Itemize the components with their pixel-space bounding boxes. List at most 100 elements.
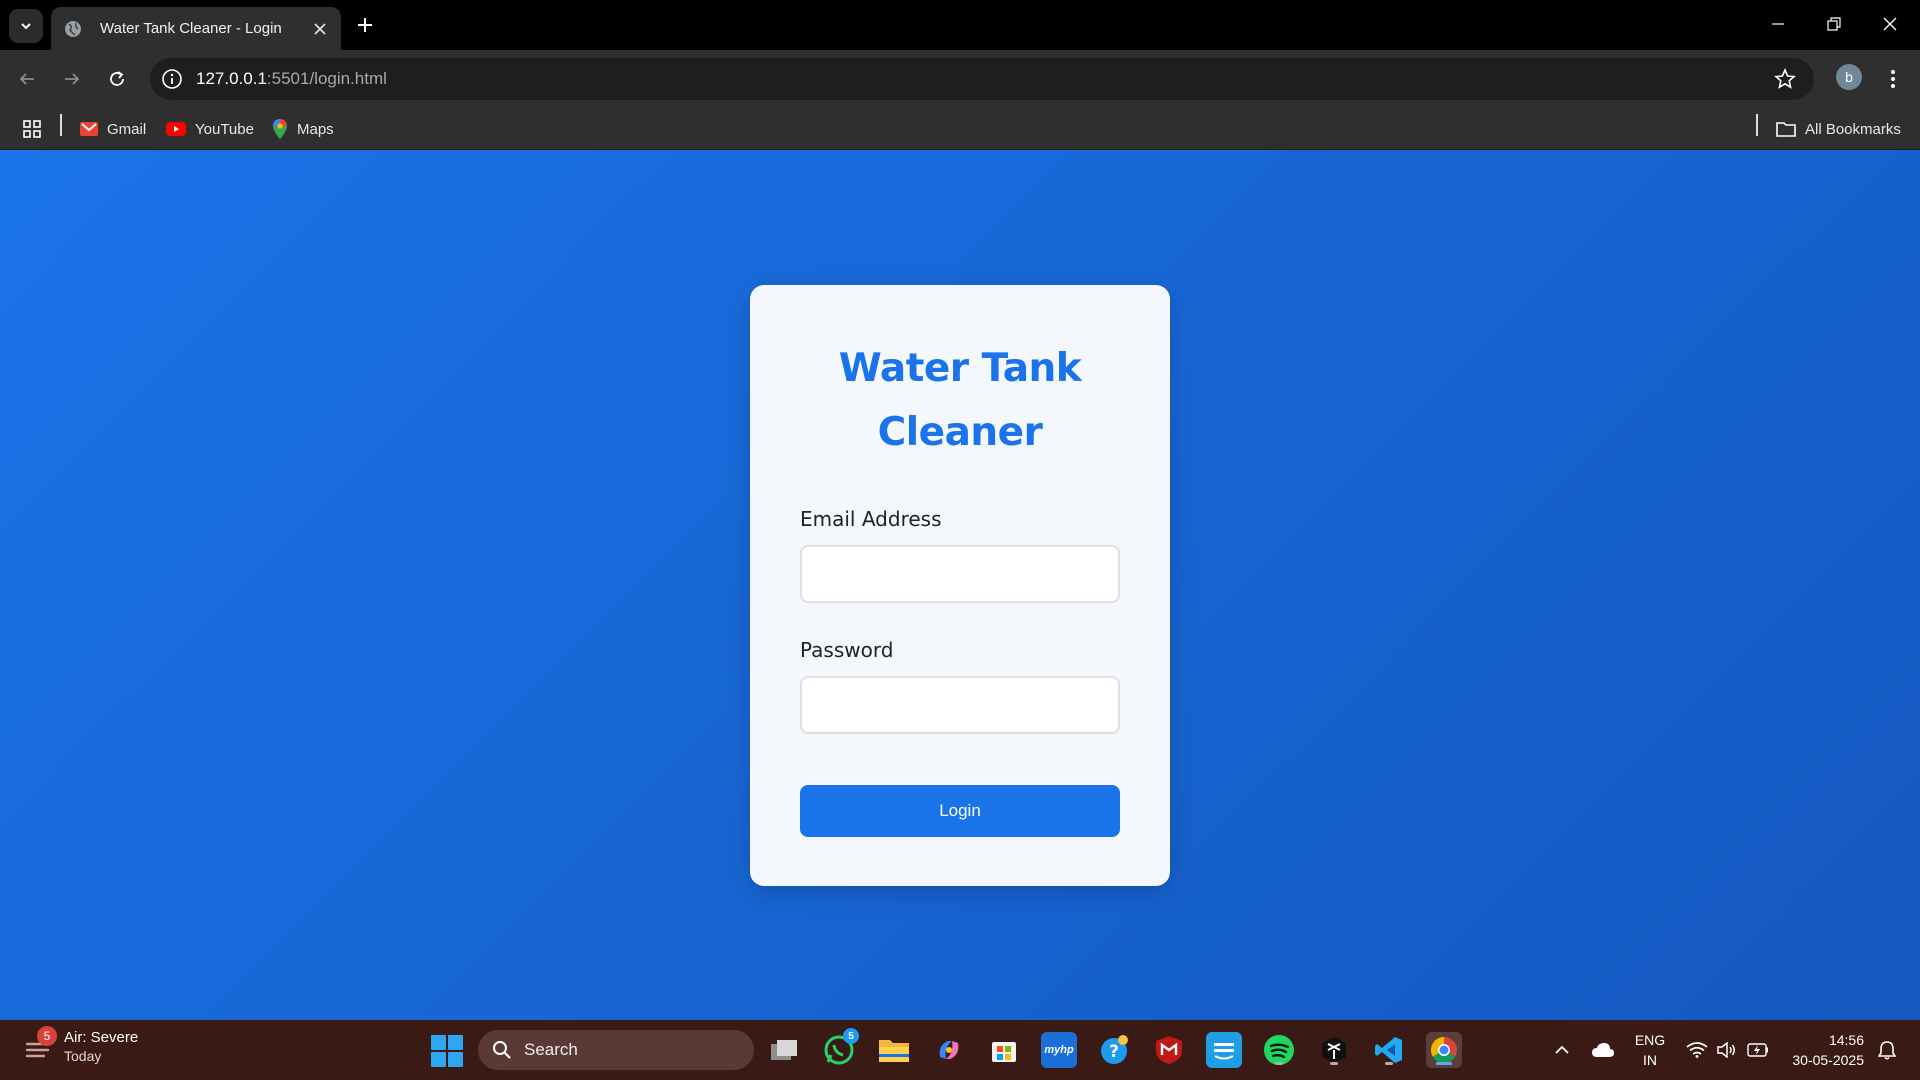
browser-menu-button[interactable] <box>1880 64 1906 94</box>
battery-charging-icon <box>1747 1043 1768 1057</box>
windows-logo-tile <box>448 1052 463 1067</box>
forward-button[interactable] <box>54 61 90 97</box>
chevron-down-icon <box>21 23 31 30</box>
mcafee-shield-icon <box>1156 1036 1182 1064</box>
page-title: Water Tank Cleaner <box>750 337 1170 465</box>
start-button[interactable] <box>431 1035 463 1067</box>
windows-logo-tile <box>431 1052 446 1067</box>
mcafee-app[interactable] <box>1151 1032 1187 1068</box>
weather-title: Air: Severe <box>64 1029 139 1046</box>
site-info-icon[interactable] <box>161 68 183 90</box>
taskbar-search[interactable]: Search <box>478 1030 754 1070</box>
myhp-icon: myhp <box>1044 1044 1074 1056</box>
close-window-button[interactable] <box>1862 0 1918 48</box>
bookmark-label: YouTube <box>195 120 254 138</box>
weather-badge: 5 <box>37 1026 57 1046</box>
reload-icon <box>110 71 124 86</box>
running-indicator <box>1330 1062 1338 1065</box>
minimize-icon <box>1772 23 1784 25</box>
onedrive-tray[interactable] <box>1588 1020 1618 1080</box>
address-bar[interactable]: 127.0.0.1:5501/login.html <box>150 58 1814 100</box>
wifi-icon <box>1686 1042 1708 1058</box>
tab-strip: Water Tank Cleaner - Login <box>0 0 1920 50</box>
close-tab-icon[interactable] <box>311 20 329 38</box>
url-path: :5501/login.html <box>266 69 387 88</box>
myhp-app[interactable]: myhp <box>1041 1032 1077 1068</box>
tab-title: Water Tank Cleaner - Login <box>100 20 282 37</box>
youtube-icon <box>166 122 186 136</box>
email-field[interactable] <box>800 545 1120 603</box>
url-text[interactable]: 127.0.0.1:5501/login.html <box>196 69 387 89</box>
vscode-app[interactable] <box>1371 1032 1407 1068</box>
help-app[interactable]: ? <box>1096 1032 1132 1068</box>
windows-logo-tile <box>448 1035 463 1050</box>
show-hidden-icons[interactable] <box>1550 1020 1574 1080</box>
login-button[interactable]: Login <box>800 785 1120 837</box>
tab-search-button[interactable] <box>9 9 43 43</box>
bookmark-label: Maps <box>297 120 334 138</box>
store-icon <box>992 1042 1016 1062</box>
notifications-button[interactable] <box>1872 1020 1902 1080</box>
email-label: Email Address <box>800 507 942 531</box>
browser-tab[interactable]: Water Tank Cleaner - Login <box>51 7 341 50</box>
help-icon: ? <box>1101 1035 1128 1064</box>
volume-tray[interactable] <box>1714 1020 1740 1080</box>
restore-icon <box>1827 17 1841 31</box>
file-explorer-app[interactable] <box>876 1032 912 1068</box>
reload-button[interactable] <box>99 61 135 97</box>
restore-button[interactable] <box>1806 0 1862 48</box>
profile-avatar[interactable]: b <box>1836 64 1862 90</box>
bookmarks-bar: Gmail YouTube Maps All Bookmarks <box>0 108 1920 150</box>
prime-video-icon <box>1214 1043 1234 1060</box>
apps-button[interactable] <box>22 108 42 150</box>
wifi-tray[interactable] <box>1684 1020 1710 1080</box>
folder-icon <box>879 1040 909 1062</box>
battery-tray[interactable] <box>1744 1020 1772 1080</box>
bookmark-gmail[interactable]: Gmail <box>80 108 146 150</box>
weather-icon: 5 <box>24 1026 57 1062</box>
bell-icon <box>1878 1041 1896 1060</box>
more-vert-icon <box>1891 70 1895 88</box>
language-indicator[interactable]: ENG IN <box>1630 1030 1670 1070</box>
weather-subtitle: Today <box>64 1048 102 1064</box>
system-clock[interactable]: 14:56 30-05-2025 <box>1780 1030 1864 1070</box>
task-view-icon <box>771 1040 797 1060</box>
bookmarks-divider <box>1756 114 1758 136</box>
browser-toolbar: 127.0.0.1:5501/login.html b <box>0 50 1920 108</box>
taskbar: 5 Air: Severe Today Search 5 myhp ? ENG … <box>0 1020 1920 1080</box>
volume-icon <box>1717 1042 1735 1058</box>
password-label: Password <box>800 638 894 662</box>
spotify-app[interactable] <box>1261 1032 1297 1068</box>
clock-date: 30-05-2025 <box>1792 1052 1864 1068</box>
bookmark-star-icon[interactable] <box>1774 68 1796 90</box>
windows-logo-tile <box>431 1035 446 1050</box>
weather-widget[interactable]: 5 Air: Severe Today <box>24 1026 139 1066</box>
microsoft-store-app[interactable] <box>986 1032 1022 1068</box>
prime-video-app[interactable] <box>1206 1032 1242 1068</box>
chrome-app[interactable] <box>1426 1032 1462 1068</box>
globe-icon <box>65 20 81 37</box>
new-tab-button[interactable] <box>352 12 378 38</box>
task-view-button[interactable] <box>766 1032 802 1068</box>
running-indicator <box>1385 1062 1393 1065</box>
cloud-icon <box>1592 1043 1614 1057</box>
password-field[interactable] <box>800 676 1120 734</box>
epic-app[interactable] <box>1316 1032 1352 1068</box>
all-bookmarks-button[interactable]: All Bookmarks <box>1776 108 1901 150</box>
bookmark-label: Gmail <box>107 120 147 138</box>
running-indicator <box>1275 1062 1283 1065</box>
whatsapp-app[interactable]: 5 <box>821 1028 859 1068</box>
chrome-icon <box>1430 1036 1457 1064</box>
search-icon <box>492 1040 512 1060</box>
apps-grid-icon <box>23 120 41 138</box>
plus-icon <box>358 18 372 32</box>
minimize-button[interactable] <box>1750 0 1806 48</box>
url-host: 127.0.0.1 <box>196 69 267 88</box>
copilot-app[interactable] <box>931 1032 967 1068</box>
bookmark-youtube[interactable]: YouTube <box>166 108 254 150</box>
language-line-2: IN <box>1643 1052 1657 1068</box>
bookmark-maps[interactable]: Maps <box>272 108 334 150</box>
bookmarks-divider <box>60 114 62 136</box>
language-line-1: ENG <box>1634 1032 1666 1048</box>
back-button[interactable] <box>9 61 45 97</box>
